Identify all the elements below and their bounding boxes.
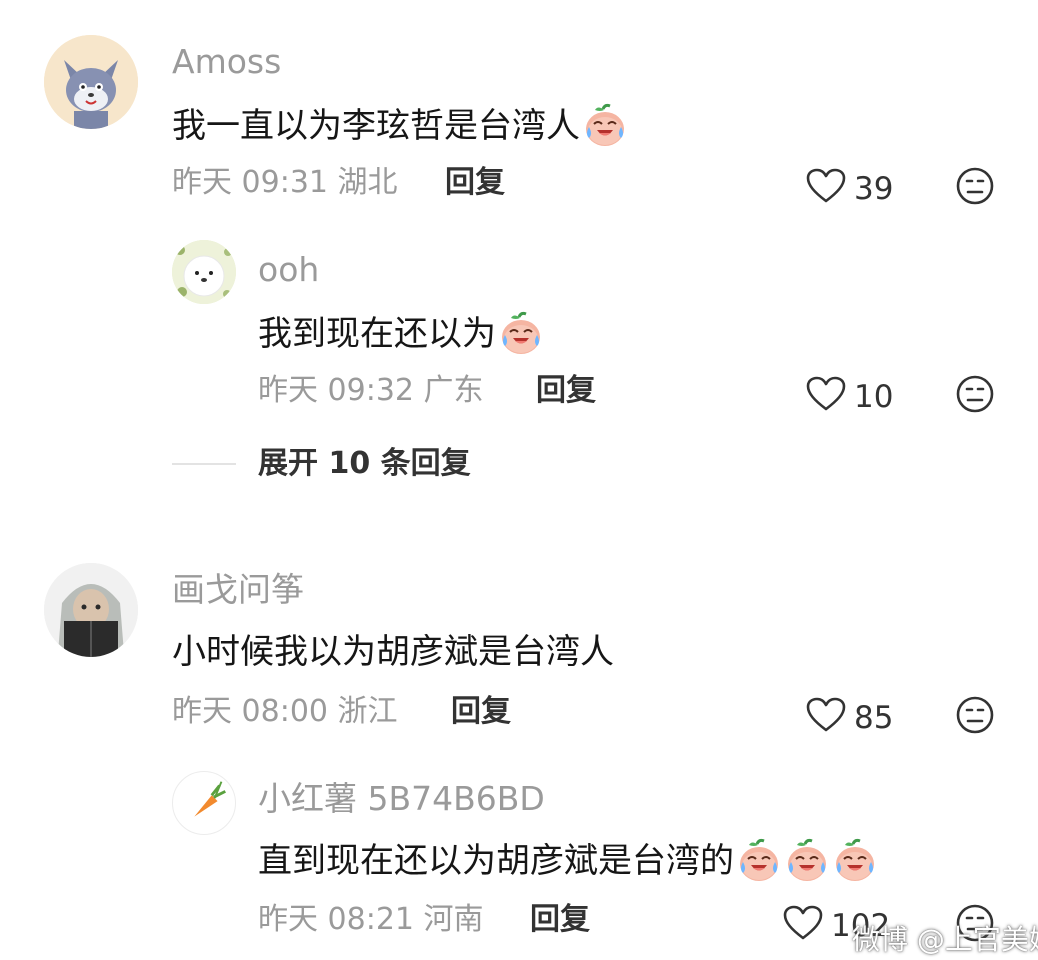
like-button[interactable]: 39 [806, 168, 893, 210]
reply-text-body: 我到现在还以为 [258, 314, 496, 354]
dislike-button[interactable] [955, 695, 995, 735]
comment-text-body: 我一直以为李玹哲是台湾人 [172, 106, 580, 146]
avatar[interactable] [172, 771, 236, 835]
reply-text: 我到现在还以为 [258, 311, 544, 357]
heart-outline-icon [783, 905, 823, 947]
neutral-face-icon [955, 375, 995, 418]
reply-location: 广东 [423, 373, 484, 408]
crying-laughing-peach-emoji [784, 838, 830, 884]
comment-username[interactable]: Amoss [172, 45, 281, 78]
reply-time: 昨天 08:21 [258, 902, 414, 937]
reply-button[interactable]: 回复 [530, 905, 590, 935]
crying-laughing-peach-emoji [832, 838, 878, 884]
dislike-button[interactable] [955, 166, 995, 206]
comment-text: 小时候我以为胡彦斌是台湾人 [172, 635, 614, 669]
reply-text: 直到现在还以为胡彦斌是台湾的 [258, 838, 878, 884]
comment-meta: 昨天 09:31 湖北 [172, 168, 398, 198]
like-button[interactable]: 10 [806, 376, 893, 418]
comment-username[interactable]: 画戈问筝 [172, 573, 304, 606]
avatar[interactable] [44, 35, 138, 129]
reply-meta: 昨天 09:32 广东 [258, 376, 484, 406]
like-button[interactable]: 85 [806, 697, 893, 739]
like-count: 39 [854, 170, 894, 207]
reply-button[interactable]: 回复 [536, 376, 596, 406]
comment-location: 湖北 [337, 165, 398, 200]
reply-username[interactable]: ooh [258, 253, 319, 286]
heart-outline-icon [806, 168, 846, 210]
neutral-face-icon [955, 167, 995, 210]
comment-time: 昨天 08:00 [172, 694, 328, 729]
crying-laughing-peach-emoji [736, 838, 782, 884]
carrot-avatar-icon [194, 781, 226, 817]
reply-button[interactable]: 回复 [445, 168, 505, 198]
dislike-button[interactable] [955, 374, 995, 414]
reply-location: 河南 [423, 902, 484, 937]
comment-meta: 昨天 08:00 浙江 [172, 697, 398, 727]
like-count: 10 [854, 378, 894, 415]
neutral-face-icon [955, 696, 995, 739]
comment-text: 我一直以为李玹哲是台湾人 [172, 103, 628, 149]
comment-location: 浙江 [337, 694, 398, 729]
tom-cat-avatar-icon [44, 35, 138, 129]
reply-time: 昨天 09:32 [258, 373, 414, 408]
reply-button[interactable]: 回复 [451, 697, 511, 727]
reply-username[interactable]: 小红薯 5B74B6BD [258, 782, 545, 815]
watermark: 微博 @上官美姨 [852, 923, 1038, 956]
expand-replies-button[interactable]: 展开 10 条回复 [258, 449, 471, 479]
expand-divider [172, 463, 236, 465]
like-count: 85 [854, 699, 894, 736]
comment-text-body: 小时候我以为胡彦斌是台湾人 [172, 632, 614, 672]
reply-meta: 昨天 08:21 河南 [258, 905, 484, 935]
avatar[interactable] [44, 563, 138, 657]
white-dog-avatar-icon [172, 240, 236, 304]
comment-time: 昨天 09:31 [172, 165, 328, 200]
reading-girl-avatar-icon [44, 563, 138, 657]
crying-laughing-peach-emoji [582, 103, 628, 149]
crying-laughing-peach-emoji [498, 311, 544, 357]
heart-outline-icon [806, 697, 846, 739]
reply-text-body: 直到现在还以为胡彦斌是台湾的 [258, 841, 734, 881]
heart-outline-icon [806, 376, 846, 418]
avatar[interactable] [172, 240, 236, 304]
